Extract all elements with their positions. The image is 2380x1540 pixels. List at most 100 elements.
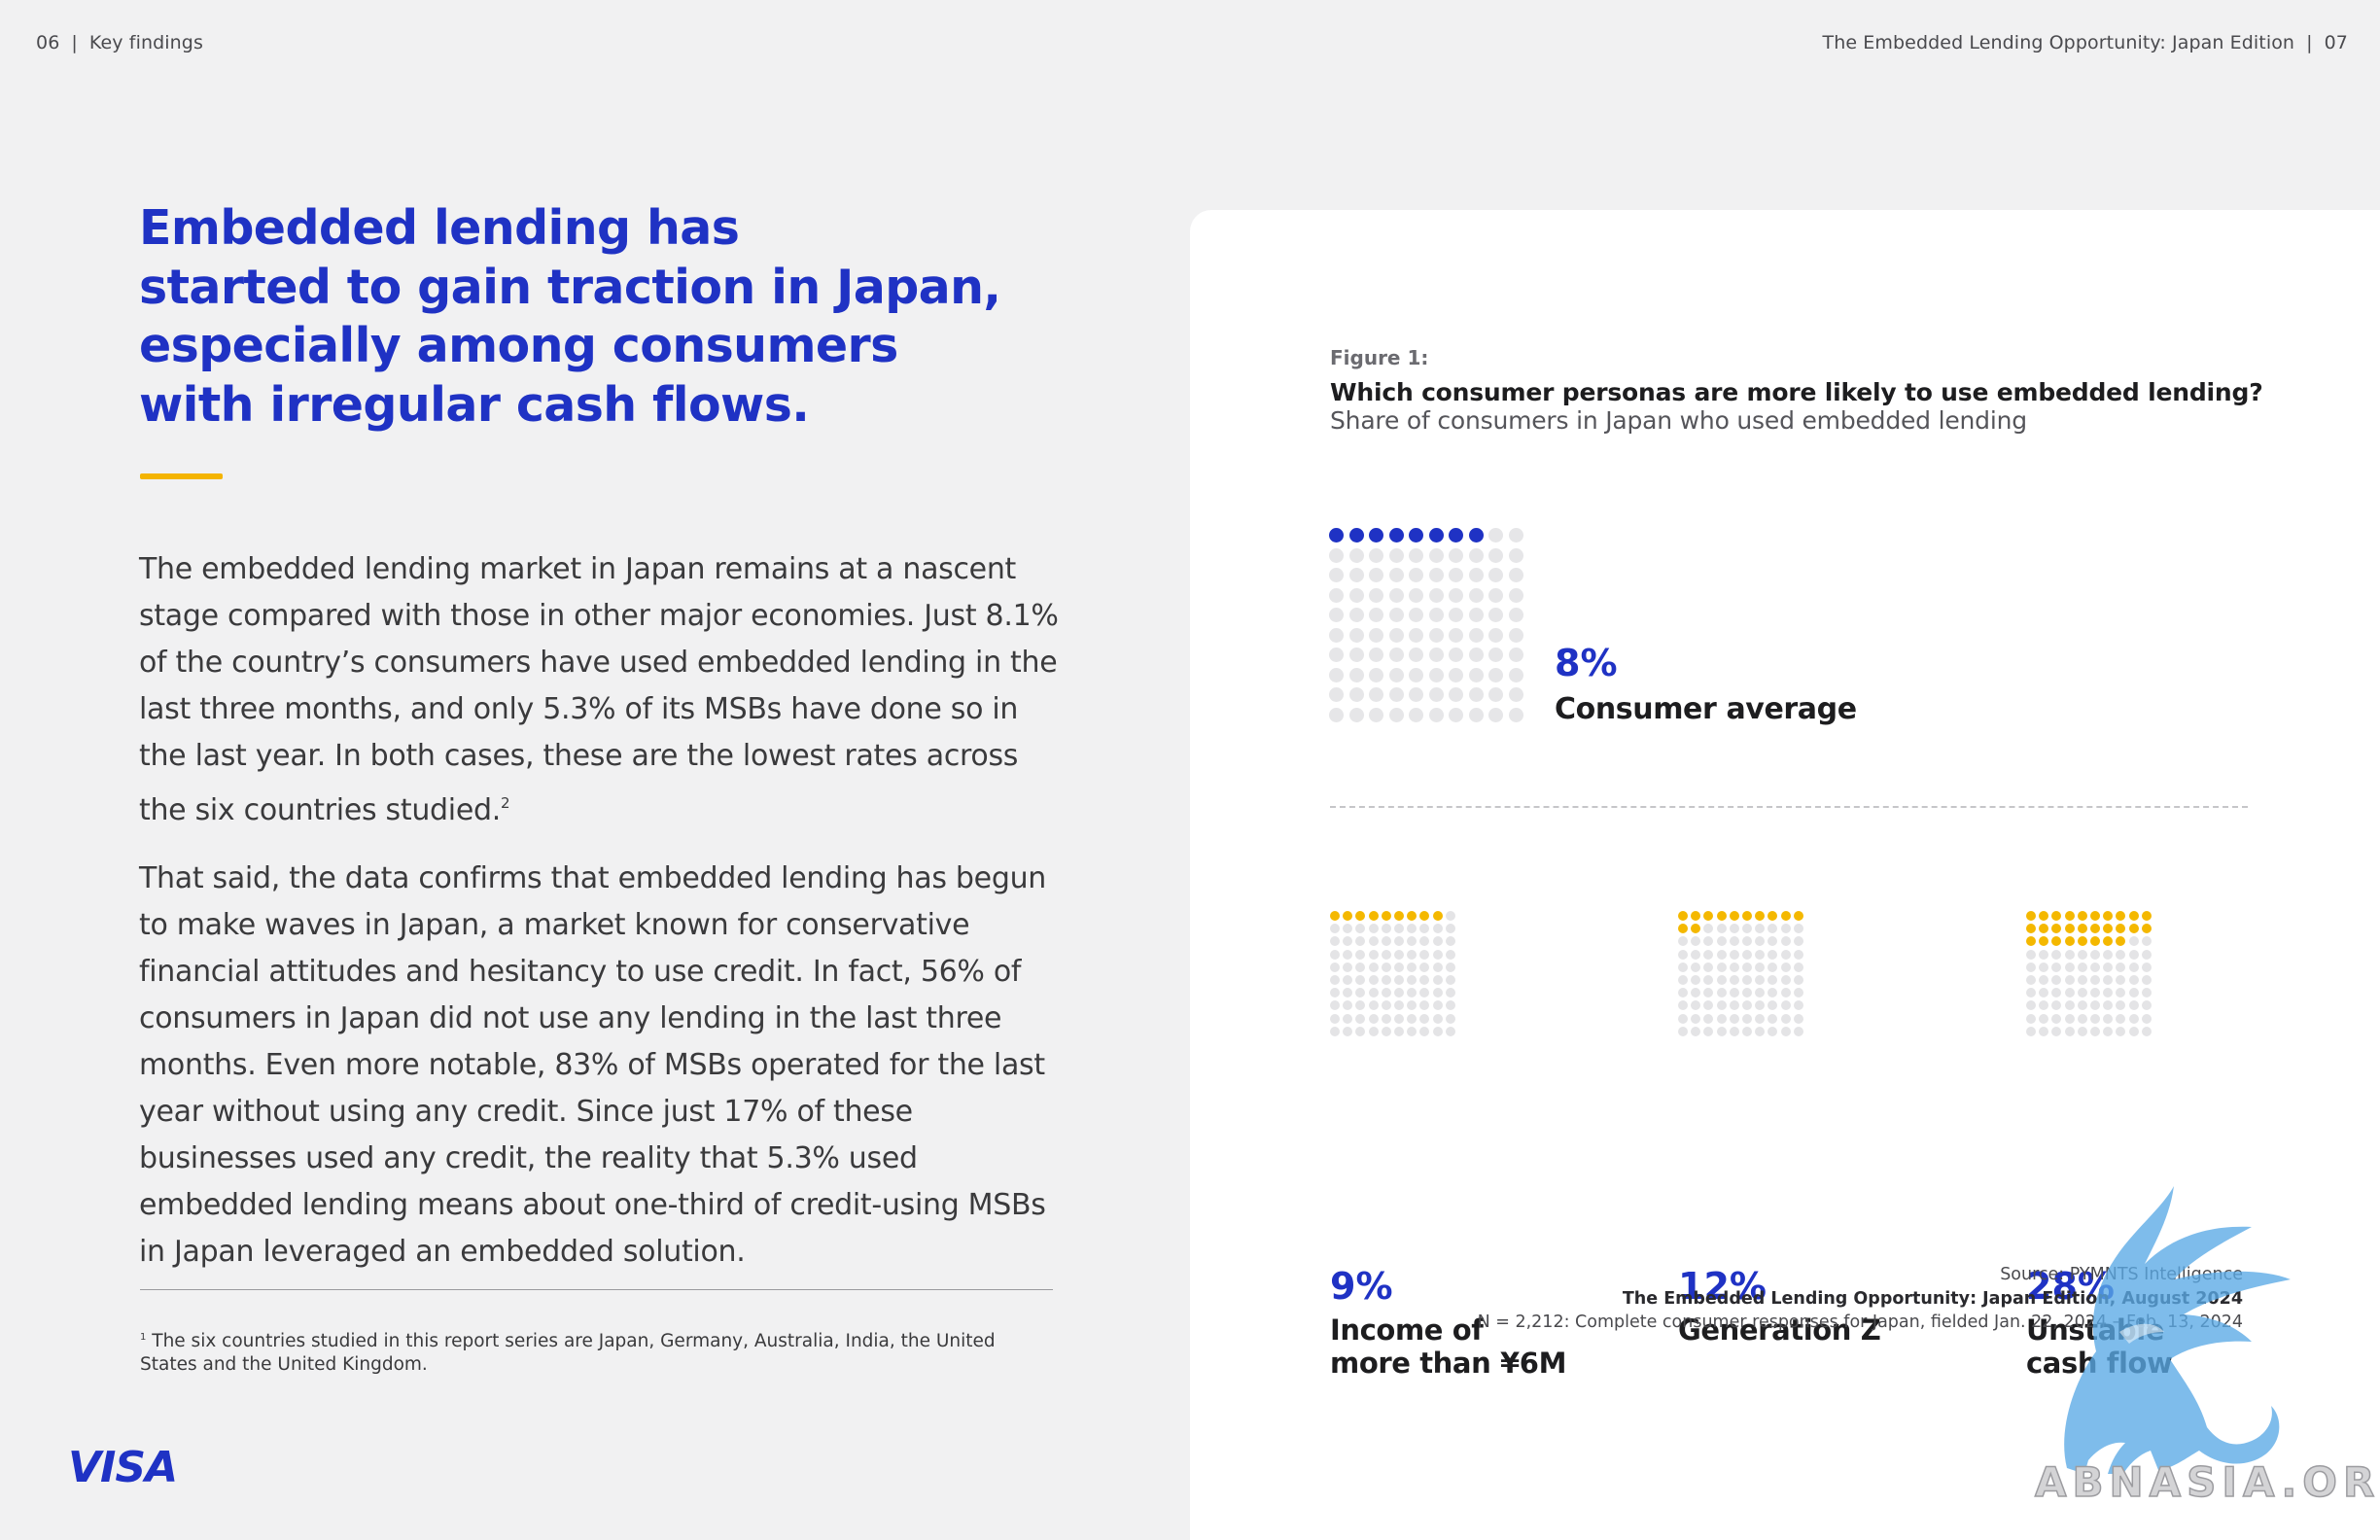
waffle-dot-empty [1343,1000,1353,1011]
waffle-dot-filled [1755,911,1766,921]
waffle-dot-filled [2128,911,2139,921]
waffle-dot-empty [1432,1026,1443,1036]
waffle-dot-empty [1343,949,1353,960]
waffle-dot-filled [2064,936,2075,947]
waffle-dot-empty [1428,667,1444,682]
waffle-dot-empty [1388,667,1404,682]
waffle-dot-empty [1768,924,1778,934]
footnote-divider [140,1289,1053,1290]
waffle-dot-empty [1508,608,1523,622]
waffle-dot-empty [1678,1013,1688,1024]
waffle-dot-empty [1369,687,1383,702]
waffle-dot-empty [2128,1013,2139,1024]
waffle-dot-empty [1780,962,1791,972]
waffle-dot-empty [1449,587,1463,603]
waffle-dot-filled [1449,528,1463,542]
waffle-dot-empty [2128,1000,2139,1011]
waffle-dot-empty [1468,707,1484,722]
waffle-dot-empty [2089,962,2100,972]
waffle-dot-empty [1716,962,1727,972]
waffle-dot-empty [2077,1000,2087,1011]
waffle-dot-filled [1407,911,1418,921]
waffle-dot-empty [1793,1013,1803,1024]
waffle-dot-empty [1678,1000,1688,1011]
waffle-dot-empty [1407,1013,1418,1024]
waffle-dot-filled [2089,936,2100,947]
waffle-dot-empty [1393,1026,1404,1036]
waffle-dot-empty [1755,924,1766,934]
header-separator: | [2306,32,2313,53]
waffle-dot-empty [1780,988,1791,998]
waffle-dot-empty [1755,1026,1766,1036]
waffle-dot-empty [1468,627,1484,643]
waffle-dot-empty [1432,924,1443,934]
waffle-dot-empty [1393,1000,1404,1011]
waffle-dot-empty [2077,1026,2087,1036]
waffle-dot-empty [1703,1013,1714,1024]
waffle-dot-empty [1432,1000,1443,1011]
waffle-dot-empty [1407,962,1418,972]
section-name: Key findings [88,32,203,53]
waffle-dot-empty [2089,949,2100,960]
waffle-dot-empty [1703,936,1714,947]
waffle-dot-empty [1449,547,1463,563]
waffle-dot-empty [1407,936,1418,947]
waffle-dot-filled [2141,911,2152,921]
headline-line: started to gain traction in Japan, [139,259,1001,315]
waffle-dot-empty [1755,988,1766,998]
waffle-dot-empty [1409,707,1423,722]
waffle-dot-empty [1407,1026,1418,1036]
waffle-dot-empty [1678,974,1688,985]
waffle-dot-filled [1691,911,1701,921]
waffle-dot-empty [1691,1026,1701,1036]
waffle-dot-empty [1329,687,1344,702]
waffle-dot-empty [1703,1026,1714,1036]
waffle-dot-empty [1369,568,1383,582]
waffle-dot-empty [1768,974,1778,985]
waffle-dot-empty [1729,988,1739,998]
waffle-dot-filled [1428,528,1444,542]
waffle-dot-empty [1381,1013,1391,1024]
waffle-dot-empty [1355,1013,1366,1024]
footnote: 1 The six countries studied in this repo… [140,1326,1044,1377]
waffle-dot-empty [2026,962,2036,972]
waffle-dot-empty [1449,687,1463,702]
waffle-dot-empty [2103,974,2114,985]
waffle-dot-empty [1716,974,1727,985]
waffle-dot-empty [1428,547,1444,563]
waffle-dot-empty [2039,962,2049,972]
waffle-dot-empty [1780,1000,1791,1011]
waffle-dot-filled [2039,911,2049,921]
waffle-dot-empty [1368,974,1379,985]
waffle-dot-empty [2116,1013,2126,1024]
waffle-dot-filled [2064,911,2075,921]
waffle-dot-empty [1428,608,1444,622]
waffle-dot-empty [2051,1026,2062,1036]
waffle-dot-filled [1329,528,1344,542]
persona-percent: 9% [1330,1265,1393,1308]
waffle-dot-filled [2128,924,2139,934]
footnote-marker: 1 [140,1332,147,1343]
waffle-dot-filled [2077,911,2087,921]
waffle-dot-empty [1419,962,1430,972]
waffle-dot-filled [1432,911,1443,921]
waffle-dot-empty [2128,949,2139,960]
waffle-dot-empty [1445,988,1455,998]
waffle-dot-filled [1678,911,1688,921]
waffle-dot-empty [1388,627,1404,643]
waffle-dot-filled [2051,924,2062,934]
headline-line: Embedded lending has [139,200,740,256]
waffle-dot-empty [1741,949,1752,960]
waffle-dot-empty [1678,949,1688,960]
headline: Embedded lending has started to gain tra… [139,199,1014,435]
waffle-dot-empty [1432,936,1443,947]
waffle-dot-empty [1428,568,1444,582]
waffle-dot-empty [2128,974,2139,985]
waffle-dot-empty [1355,988,1366,998]
figure-question: Which consumer personas are more likely … [1330,378,2263,406]
waffle-dot-empty [1703,962,1714,972]
waffle-dot-empty [1508,587,1523,603]
waffle-dot-empty [1729,936,1739,947]
waffle-dot-filled [2089,911,2100,921]
waffle-dot-filled [1388,528,1404,542]
